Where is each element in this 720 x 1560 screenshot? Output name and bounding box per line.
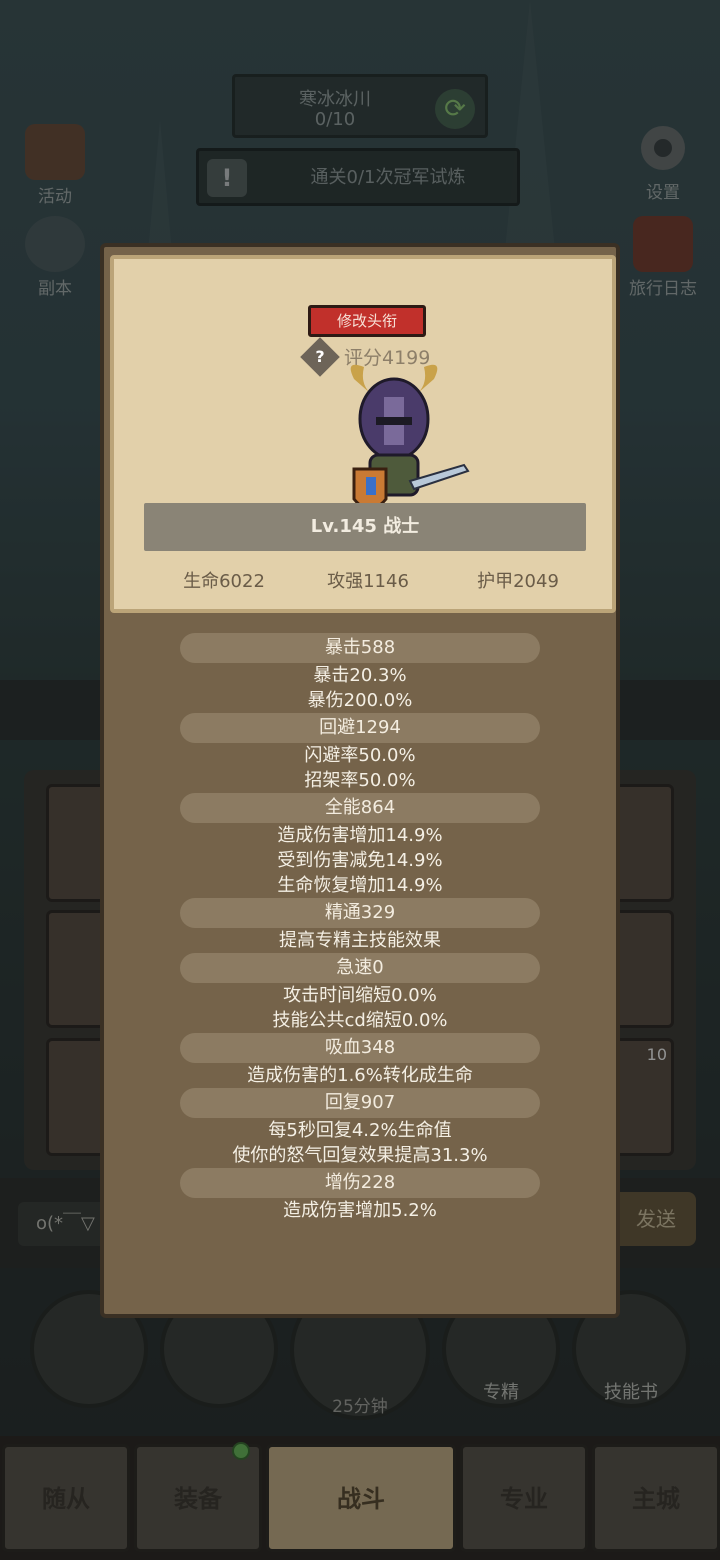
- attribute-header: 全能864: [180, 793, 540, 823]
- attribute-header: 精通329: [180, 898, 540, 928]
- attribute-detail: 造成伤害的1.6%转化成生命: [247, 1065, 473, 1086]
- attribute-header: 暴击588: [180, 633, 540, 663]
- level-class-band: Lv.145 战士: [144, 503, 586, 551]
- attribute-list: 暴击588 暴击20.3% 暴伤200.0% 回避1294 闪避率50.0% 招架率50.…: [104, 633, 616, 1223]
- attribute-header: 回复907: [180, 1088, 540, 1118]
- attribute-detail: 暴击20.3%: [313, 665, 407, 686]
- attribute-detail: 受到伤害减免14.9%: [277, 850, 443, 871]
- attribute-header: 急速0: [180, 953, 540, 983]
- attribute-detail: 技能公共cd缩短0.0%: [272, 1010, 448, 1031]
- stat-attack-power: 攻强1146: [327, 571, 409, 592]
- attribute-detail: 造成伤害增加5.2%: [283, 1200, 437, 1221]
- attribute-detail: 提高专精主技能效果: [279, 930, 441, 951]
- attribute-header: 回避1294: [180, 713, 540, 743]
- rename-title-button[interactable]: 修改头衔: [308, 305, 426, 337]
- character-header: 修改头衔 ? 评分4199 Lv.145 战士 生命6022 攻强1146 护甲…: [110, 255, 616, 613]
- attribute-detail: 生命恢复增加14.9%: [277, 875, 443, 896]
- stat-health: 生命6022: [183, 571, 265, 592]
- character-info-card: 修改头衔 ? 评分4199 Lv.145 战士 生命6022 攻强1146 护甲…: [100, 243, 620, 1318]
- attribute-detail: 每5秒回复4.2%生命值: [268, 1120, 452, 1141]
- warrior-avatar: [350, 364, 470, 511]
- attribute-detail: 造成伤害增加14.9%: [277, 825, 443, 846]
- attribute-header: 增伤228: [180, 1168, 540, 1198]
- stat-armor: 护甲2049: [477, 571, 559, 592]
- attribute-header: 吸血348: [180, 1033, 540, 1063]
- attribute-detail: 闪避率50.0%: [304, 745, 416, 766]
- attribute-detail: 暴伤200.0%: [307, 690, 413, 711]
- attribute-detail: 使你的怒气回复效果提高31.3%: [232, 1145, 488, 1166]
- attribute-detail: 攻击时间缩短0.0%: [283, 985, 437, 1006]
- attribute-detail: 招架率50.0%: [304, 770, 416, 791]
